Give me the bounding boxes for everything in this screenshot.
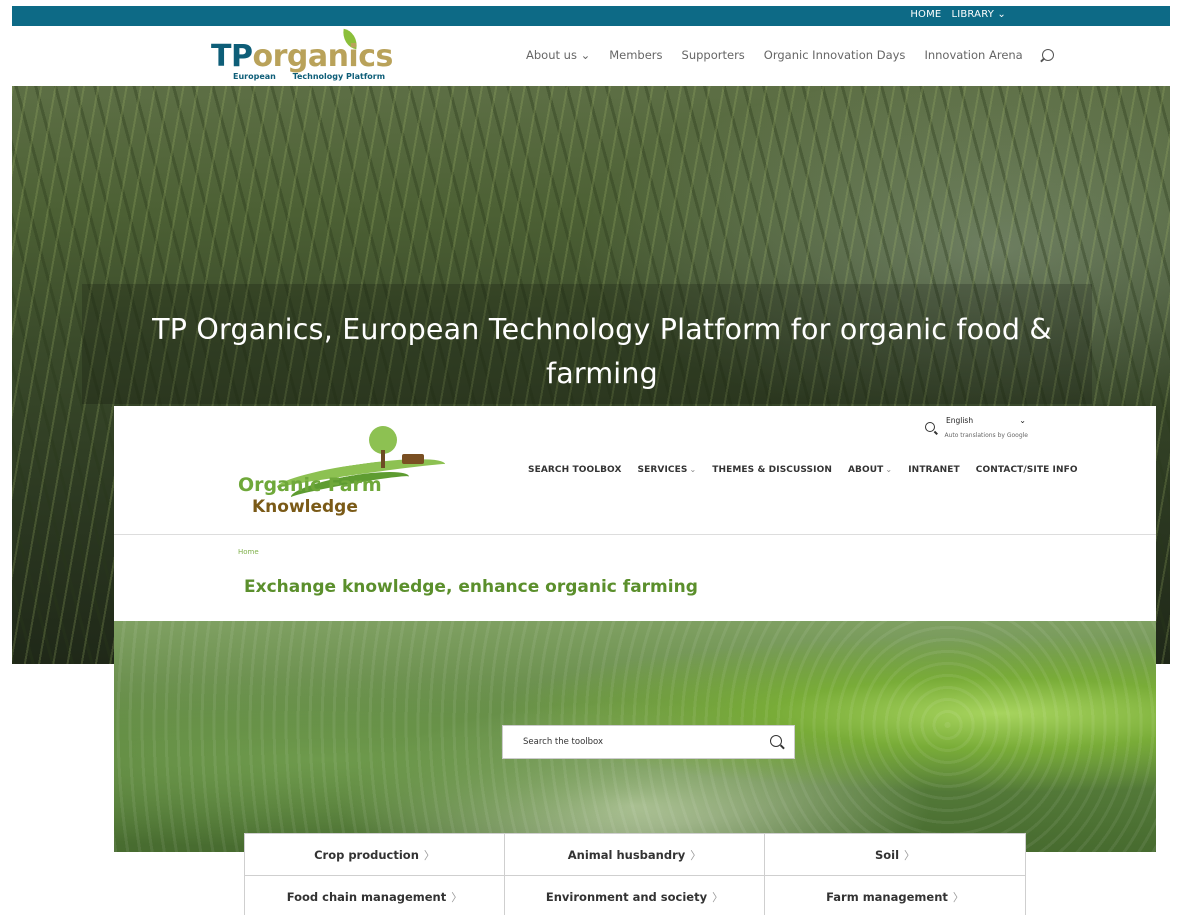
category-food-chain-management[interactable]: Food chain management 〉 — [244, 875, 505, 915]
translation-note: Auto translations by Google — [944, 432, 1028, 439]
chevron-right-icon: 〉 — [423, 848, 435, 862]
language-select[interactable]: English ⌄ — [946, 416, 1028, 430]
organic-farm-knowledge-logo[interactable]: Organic Farm Knowledge — [236, 424, 456, 519]
category-grid: Crop production 〉 Animal husbandry 〉 Soil 〉… — [244, 833, 1026, 915]
chevron-right-icon: 〉 — [904, 848, 916, 862]
ofk-header: Organic Farm Knowledge English ⌄ Auto tr… — [114, 406, 1156, 535]
category-farm-management[interactable]: Farm management 〉 — [764, 875, 1026, 915]
tp-library-menu[interactable]: LIBRARY ⌄ — [951, 9, 1006, 20]
ofk-nav-about[interactable]: ABOUT ⌄ — [848, 465, 892, 475]
language-selected: English — [946, 416, 974, 425]
category-environment-and-society[interactable]: Environment and society 〉 — [504, 875, 765, 915]
tp-top-bar: HOME LIBRARY ⌄ — [12, 6, 1170, 26]
chevron-down-icon: ⌄ — [1019, 416, 1026, 425]
category-crop-production[interactable]: Crop production 〉 — [244, 833, 505, 876]
toolbox-search-box — [502, 725, 795, 759]
search-icon[interactable] — [770, 735, 782, 747]
ofk-main-nav: SEARCH TOOLBOX SERVICES ⌄ THEMES & DISCUS… — [528, 465, 1078, 475]
tp-organics-logo[interactable]: TPorganics European Technology Platform — [211, 28, 393, 84]
ofk-nav-intranet[interactable]: INTRANET — [908, 465, 960, 475]
chevron-right-icon: 〉 — [712, 890, 724, 904]
chevron-right-icon: 〉 — [690, 848, 702, 862]
tp-main-nav: About us ⌄ Members Supporters Organic In… — [526, 48, 1054, 62]
tp-header: TPorganics European Technology Platform … — [12, 26, 1170, 86]
cow-icon — [402, 454, 424, 464]
ofk-logo-line2: Knowledge — [252, 497, 358, 517]
tp-nav-members[interactable]: Members — [609, 48, 662, 62]
tp-nav-supporters[interactable]: Supporters — [682, 48, 745, 62]
tp-nav-organic-innovation-days[interactable]: Organic Innovation Days — [764, 48, 906, 62]
ofk-nav-search-toolbox[interactable]: SEARCH TOOLBOX — [528, 465, 622, 475]
category-animal-husbandry[interactable]: Animal husbandry 〉 — [504, 833, 765, 876]
search-icon[interactable] — [925, 422, 935, 432]
ofk-page: Organic Farm Knowledge English ⌄ Auto tr… — [114, 406, 1156, 915]
tree-trunk-shape — [381, 450, 385, 468]
search-icon[interactable] — [1041, 49, 1054, 61]
tp-home-link[interactable]: HOME — [910, 9, 941, 20]
tp-hero-title: TP Organics, European Technology Platfor… — [152, 313, 1052, 390]
tp-top-links: HOME LIBRARY ⌄ — [910, 9, 1006, 20]
chevron-right-icon: 〉 — [451, 890, 463, 904]
chevron-down-icon: ⌄ — [689, 465, 697, 474]
chevron-right-icon: 〉 — [952, 890, 964, 904]
page-title: Exchange knowledge, enhance organic farm… — [244, 577, 698, 597]
toolbox-search-input[interactable] — [503, 726, 763, 758]
tp-nav-innovation-arena[interactable]: Innovation Arena — [924, 48, 1022, 62]
ofk-nav-contact-site-info[interactable]: CONTACT/SITE INFO — [976, 465, 1078, 475]
category-soil[interactable]: Soil 〉 — [764, 833, 1026, 876]
chevron-down-icon: ⌄ — [885, 465, 893, 474]
ofk-logo-line1: Organic Farm — [238, 474, 382, 496]
tp-nav-about-us[interactable]: About us ⌄ — [526, 48, 590, 62]
breadcrumb[interactable]: Home — [238, 548, 259, 556]
ofk-nav-services[interactable]: SERVICES ⌄ — [638, 465, 697, 475]
ofk-nav-themes-discussion[interactable]: THEMES & DISCUSSION — [712, 465, 832, 475]
tp-logo-tagline: European Technology Platform — [233, 72, 386, 81]
tp-logo-wordmark: TPorganics — [211, 39, 393, 74]
